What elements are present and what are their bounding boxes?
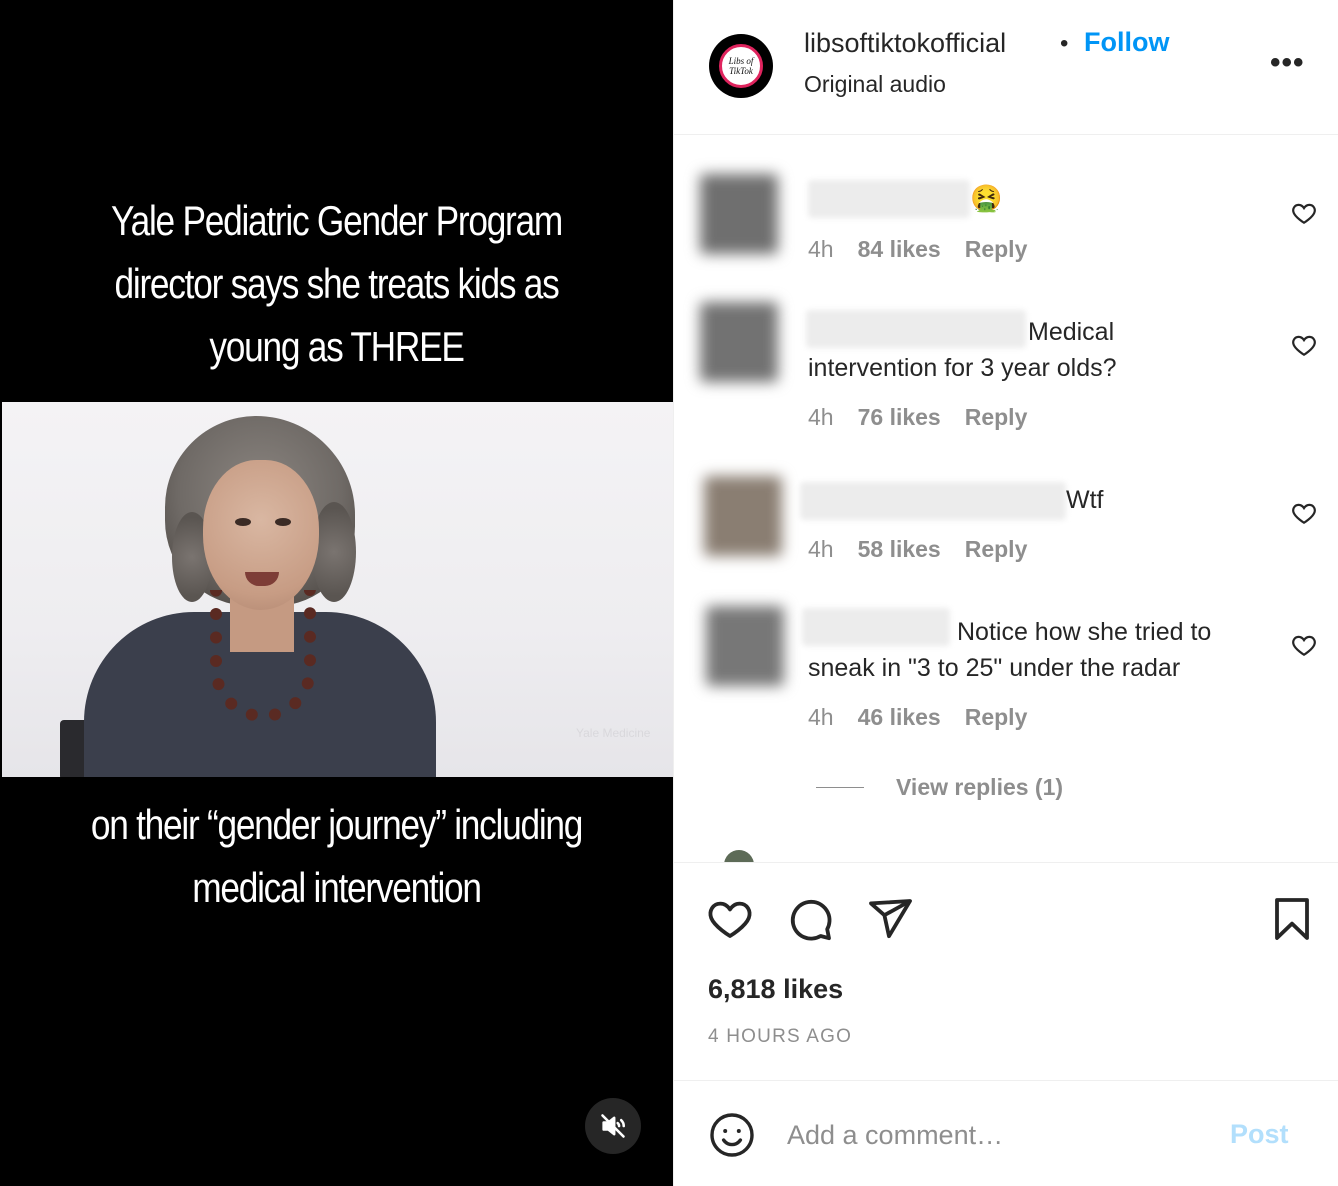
view-replies-button[interactable]: View replies (1) [816,774,1063,801]
comment-likes[interactable]: 46 likes [858,704,941,731]
heart-icon[interactable] [1291,200,1317,226]
comment-text: Wtf [1066,486,1104,514]
post-comment-button[interactable]: Post [1230,1119,1289,1150]
person-face [203,460,319,610]
comment-input[interactable] [787,1115,1207,1155]
comment-bubble-icon[interactable] [786,895,834,943]
unmute-button[interactable] [585,1098,641,1154]
commenter-username-blurred[interactable] [802,608,950,646]
comment-text: Medical [1028,318,1115,346]
commenter-avatar[interactable] [700,302,778,382]
follow-button[interactable]: Follow [1084,27,1169,58]
bookmark-icon[interactable] [1268,895,1316,943]
comment-reply-button[interactable]: Reply [965,704,1028,731]
heart-icon[interactable] [1291,500,1317,526]
caption-top: Yale Pediatric Gender Program director s… [54,189,619,378]
view-replies-label: View replies (1) [896,774,1064,800]
separator-dot: • [1060,30,1069,57]
comment-text: intervention for 3 year olds? [808,354,1117,382]
beaded-necklace [210,590,316,722]
comment-time: 4h [808,536,834,562]
commenter-avatar[interactable] [706,606,784,686]
comment-time: 4h [808,704,834,730]
comment-reply-button[interactable]: Reply [965,536,1028,563]
emoji-icon[interactable] [708,1111,756,1159]
caption-line: medical intervention [192,864,482,911]
comment-meta: 4h 46 likes Reply [808,704,1027,731]
video-watermark: Yale Medicine [576,726,651,740]
heart-icon[interactable] [1291,332,1317,358]
caption-line: Yale Pediatric Gender Program [110,197,563,244]
avatar-logo-text: Libs of [728,56,754,66]
comment-likes[interactable]: 84 likes [858,236,941,263]
video-frame: Yale Medicine [2,402,673,777]
comments-list[interactable]: 🤮 4h 84 likes Reply Medical intervention… [674,136,1338,863]
comment-time: 4h [808,236,834,262]
commenter-username-blurred[interactable] [808,180,970,218]
caption-line: director says she treats kids as [114,260,560,307]
eye [235,518,251,526]
share-send-icon[interactable] [866,895,914,943]
caption-line: on their “gender journey” including [90,801,584,848]
post-actions: 6,818 likes 4 HOURS AGO [674,862,1338,1080]
comment-reply-button[interactable]: Reply [965,404,1028,431]
person-hair-right [312,502,356,602]
audio-label[interactable]: Original audio [804,71,946,98]
commenter-avatar[interactable] [700,174,778,254]
comment-meta: 4h 76 likes Reply [808,404,1027,431]
comment-text: sneak in "3 to 25" under the radar [808,654,1181,682]
author-username[interactable]: libsoftiktokofficial [804,28,1006,59]
post-likes-count[interactable]: 6,818 likes [708,974,843,1005]
comment-text: Notice how she tried to [957,618,1212,646]
commenter-avatar[interactable] [704,476,782,556]
post-side-panel: Libs of TikTok libsoftiktokofficial • Fo… [673,0,1338,1186]
more-options-button[interactable]: ••• [1270,48,1305,78]
eye [275,518,291,526]
comment-meta: 4h 84 likes Reply [808,236,1027,263]
comment-time: 4h [808,404,834,430]
comment-meta: 4h 58 likes Reply [808,536,1027,563]
commenter-username-blurred[interactable] [800,482,1066,520]
avatar-logo: Libs of TikTok [719,44,763,88]
post-timestamp[interactable]: 4 HOURS AGO [708,1026,852,1048]
comment-likes[interactable]: 76 likes [858,404,941,431]
caption-bottom: on their “gender journey” including medi… [54,793,619,919]
mouth [245,572,279,586]
avatar-logo-text: TikTok [729,66,753,76]
comment-composer: Post [674,1080,1338,1186]
comment-likes[interactable]: 58 likes [858,536,941,563]
muted-speaker-icon [601,1114,626,1138]
post-header: Libs of TikTok libsoftiktokofficial • Fo… [674,0,1338,135]
author-avatar[interactable]: Libs of TikTok [709,34,773,98]
commenter-username-blurred[interactable] [806,310,1026,348]
comment-text: 🤮 [970,183,1003,213]
view-replies-divider [816,787,864,788]
caption-line: young as THREE [209,323,465,370]
reel-video[interactable]: Yale Pediatric Gender Program director s… [0,0,673,1186]
heart-icon[interactable] [1291,632,1317,658]
comment-reply-button[interactable]: Reply [965,236,1028,263]
like-heart-icon[interactable] [706,895,754,943]
